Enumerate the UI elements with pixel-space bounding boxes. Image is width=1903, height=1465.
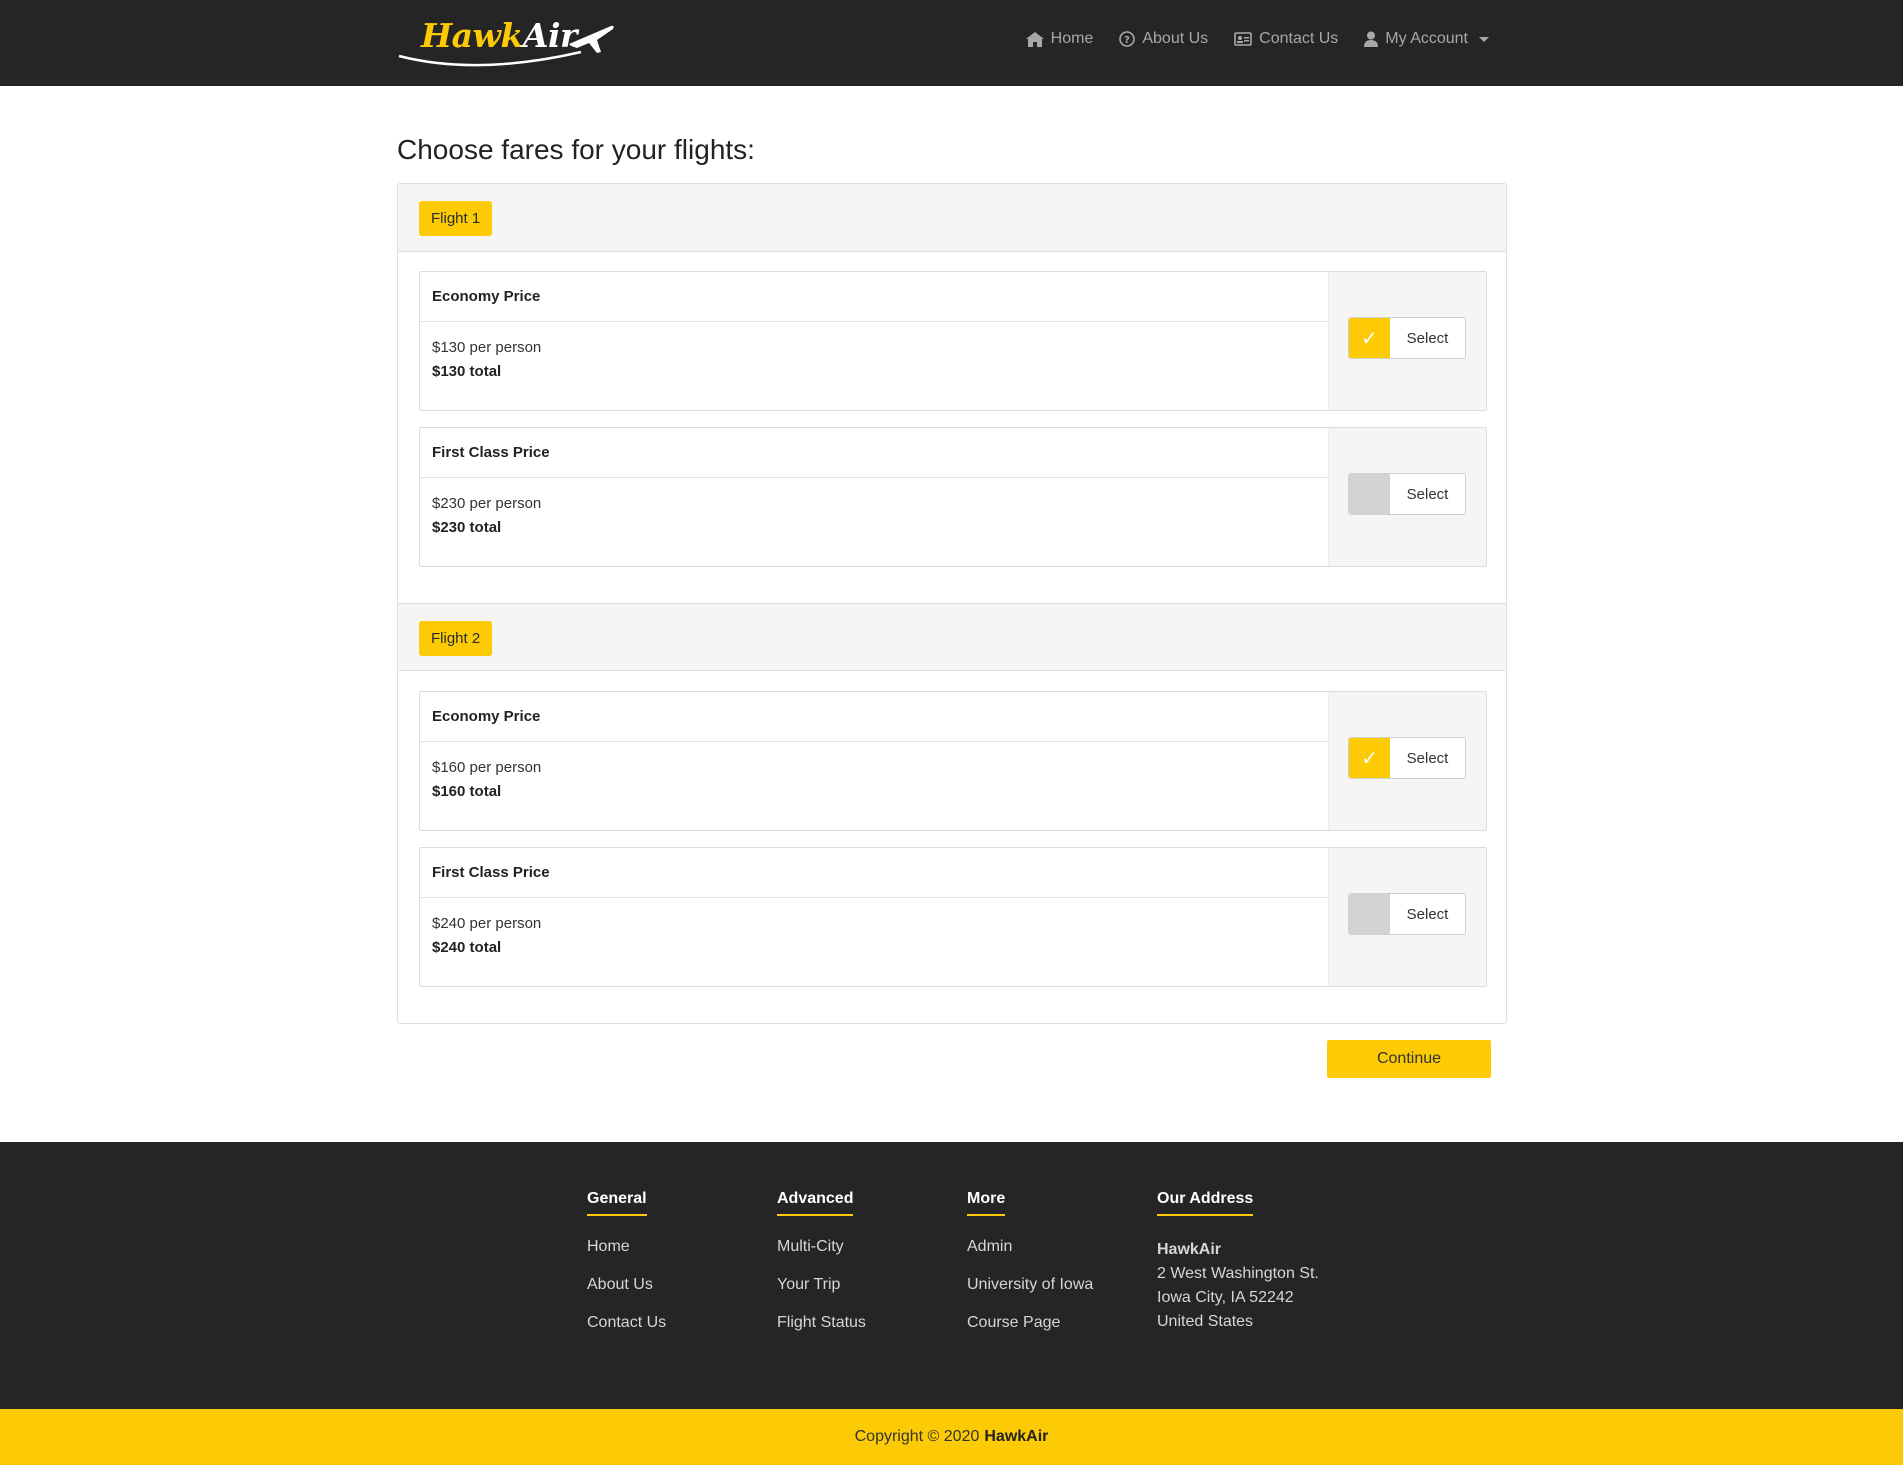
flight-2-header: Flight 2 bbox=[398, 603, 1506, 671]
fare-selection-card: Flight 1 Economy Price $130 per person $… bbox=[397, 183, 1507, 1024]
footer-more-column: More Admin University of Iowa Course Pag… bbox=[967, 1190, 1093, 1332]
address-line: 2 West Washington St. bbox=[1157, 1265, 1319, 1282]
total-price: $240 total bbox=[432, 939, 502, 956]
flight-2-first-class-option: First Class Price $240 per person $240 t… bbox=[419, 847, 1487, 987]
footer-link-university-of-iowa[interactable]: University of Iowa bbox=[967, 1276, 1093, 1294]
nav-contact-label: Contact Us bbox=[1259, 30, 1339, 47]
chevron-down-icon bbox=[1479, 36, 1489, 42]
footer-general-column: General Home About Us Contact Us bbox=[587, 1190, 666, 1332]
continue-button[interactable]: Continue bbox=[1327, 1040, 1491, 1078]
select-label: Select bbox=[1406, 329, 1449, 347]
select-button-flight-1-first-class[interactable]: Select bbox=[1348, 473, 1466, 515]
checkbox-unchecked[interactable] bbox=[1349, 894, 1390, 934]
home-icon bbox=[1025, 31, 1044, 47]
page-title: Choose fares for your flights: bbox=[397, 134, 755, 165]
option-select-area: Select bbox=[1328, 848, 1486, 986]
nav-my-account-dropdown[interactable]: My Account bbox=[1364, 30, 1489, 48]
per-person-price: $130 per person bbox=[432, 339, 542, 356]
footer-link-admin[interactable]: Admin bbox=[967, 1238, 1093, 1256]
option-select-area: ✓ Select bbox=[1328, 692, 1486, 830]
total-price: $230 total bbox=[432, 519, 502, 536]
select-button-flight-2-economy[interactable]: ✓ Select bbox=[1348, 737, 1466, 779]
option-price: $130 per person $130 total bbox=[432, 336, 541, 384]
checkbox-unchecked[interactable] bbox=[1349, 474, 1390, 514]
footer-heading: Our Address bbox=[1157, 1190, 1254, 1216]
option-price: $240 per person $240 total bbox=[432, 912, 541, 960]
option-select-area: ✓ Select bbox=[1328, 272, 1486, 410]
question-circle-icon: ? bbox=[1119, 31, 1136, 47]
nav-contact[interactable]: Contact Us bbox=[1234, 30, 1338, 48]
select-label: Select bbox=[1406, 749, 1449, 767]
option-title: First Class Price bbox=[420, 848, 1329, 898]
nav-home[interactable]: Home bbox=[1025, 30, 1094, 48]
top-navbar: HawkAir Home ? About Us Contact Us My Ac… bbox=[0, 0, 1903, 86]
footer-heading: Advanced bbox=[777, 1190, 854, 1216]
id-card-icon bbox=[1234, 32, 1252, 46]
flight-2-economy-option: Economy Price $160 per person $160 total… bbox=[419, 691, 1487, 831]
copyright-brand: HawkAir bbox=[984, 1428, 1049, 1445]
footer-advanced-column: Advanced Multi-City Your Trip Flight Sta… bbox=[777, 1190, 866, 1332]
brand-name: HawkAir bbox=[421, 16, 577, 55]
total-price: $130 total bbox=[432, 363, 502, 380]
footer-link-your-trip[interactable]: Your Trip bbox=[777, 1276, 866, 1294]
checkbox-checked[interactable]: ✓ bbox=[1349, 738, 1390, 778]
airplane-icon bbox=[569, 25, 614, 53]
copyright-bar: Copyright © 2020 HawkAir bbox=[0, 1409, 1903, 1465]
flight-2-badge: Flight 2 bbox=[419, 621, 493, 656]
footer-heading: More bbox=[967, 1190, 1006, 1216]
address-block: HawkAir 2 West Washington St. Iowa City,… bbox=[1157, 1238, 1319, 1334]
nav-about-label: About Us bbox=[1142, 30, 1209, 47]
address-line: Iowa City, IA 52242 bbox=[1157, 1289, 1294, 1306]
address-line: United States bbox=[1157, 1313, 1254, 1330]
site-footer: General Home About Us Contact Us Advance… bbox=[0, 1142, 1903, 1409]
option-price: $160 per person $160 total bbox=[432, 756, 541, 804]
flight-1-first-class-option: First Class Price $230 per person $230 t… bbox=[419, 427, 1487, 567]
user-icon bbox=[1364, 31, 1379, 47]
footer-link-course-page[interactable]: Course Page bbox=[967, 1314, 1093, 1332]
flight-1-economy-option: Economy Price $130 per person $130 total… bbox=[419, 271, 1487, 411]
hawkair-logo[interactable]: HawkAir bbox=[397, 12, 619, 68]
footer-heading: General bbox=[587, 1190, 647, 1216]
per-person-price: $240 per person bbox=[432, 915, 542, 932]
footer-link-home[interactable]: Home bbox=[587, 1238, 666, 1256]
option-title: Economy Price bbox=[420, 692, 1329, 742]
option-select-area: Select bbox=[1328, 428, 1486, 566]
option-title: First Class Price bbox=[420, 428, 1329, 478]
copyright-text: Copyright © 2020 bbox=[854, 1428, 980, 1445]
nav-home-label: Home bbox=[1050, 30, 1094, 47]
flight-1-badge: Flight 1 bbox=[419, 201, 493, 236]
checkbox-checked[interactable]: ✓ bbox=[1349, 318, 1390, 358]
footer-link-contact-us[interactable]: Contact Us bbox=[587, 1314, 666, 1332]
select-button-flight-1-economy[interactable]: ✓ Select bbox=[1348, 317, 1466, 359]
total-price: $160 total bbox=[432, 783, 502, 800]
select-label: Select bbox=[1406, 485, 1449, 503]
nav-about[interactable]: ? About Us bbox=[1119, 30, 1208, 48]
flight-1-header: Flight 1 bbox=[398, 184, 1506, 252]
select-button-flight-2-first-class[interactable]: Select bbox=[1348, 893, 1466, 935]
per-person-price: $160 per person bbox=[432, 759, 542, 776]
option-title: Economy Price bbox=[420, 272, 1329, 322]
footer-address-column: Our Address HawkAir 2 West Washington St… bbox=[1157, 1190, 1319, 1334]
footer-link-multi-city[interactable]: Multi-City bbox=[777, 1238, 866, 1256]
brand-hawk: Hawk bbox=[421, 16, 523, 55]
nav-account-label: My Account bbox=[1385, 30, 1468, 47]
per-person-price: $230 per person bbox=[432, 495, 542, 512]
footer-link-about-us[interactable]: About Us bbox=[587, 1276, 666, 1294]
svg-text:?: ? bbox=[1124, 35, 1130, 46]
main-nav: Home ? About Us Contact Us My Account bbox=[1025, 30, 1489, 48]
address-company: HawkAir bbox=[1157, 1241, 1222, 1258]
footer-link-flight-status[interactable]: Flight Status bbox=[777, 1314, 866, 1332]
select-label: Select bbox=[1406, 905, 1449, 923]
option-price: $230 per person $230 total bbox=[432, 492, 541, 540]
